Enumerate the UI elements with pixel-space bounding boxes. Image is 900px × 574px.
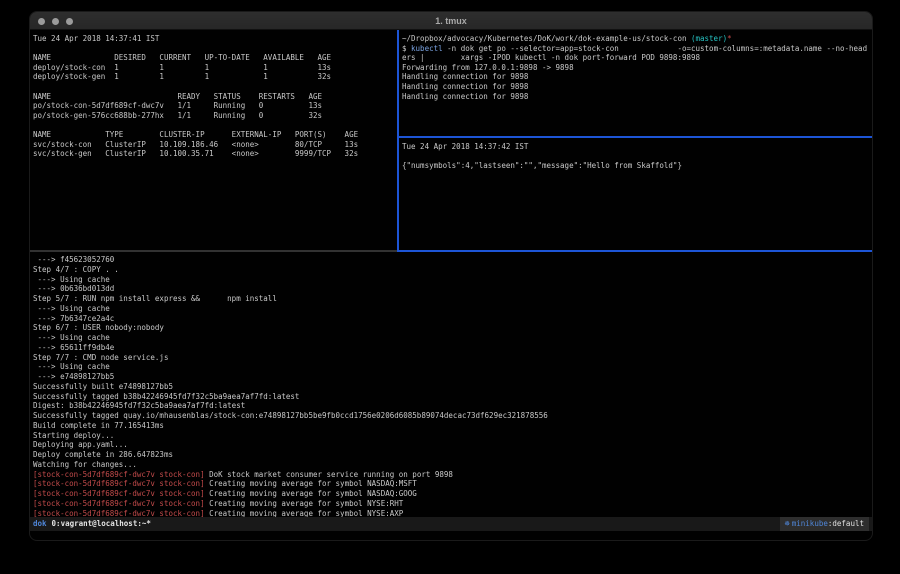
terminal-line: Step 4/7 : COPY . .: [33, 265, 871, 275]
terminal-line: [stock-con-5d7df689cf-dwc7v stock-con] D…: [33, 470, 871, 480]
terminal-line: Handling connection for 9898: [402, 82, 871, 92]
desktop-background: 1. tmux Tue 24 Apr 2018 14:37:41 IST NAM…: [0, 0, 900, 574]
terminal-line: Tue 24 Apr 2018 14:37:41 IST: [33, 34, 396, 44]
terminal-line: po/stock-gen-576cc688bb-277hx 1/1 Runnin…: [33, 111, 396, 121]
terminal-line: NAME READY STATUS RESTARTS AGE: [33, 92, 396, 102]
terminal-line: ---> e74898127bb5: [33, 372, 871, 382]
terminal-line: [402, 152, 871, 162]
terminal-line: Deploy complete in 286.647823ms: [33, 450, 871, 460]
pane-port-forward[interactable]: ~/Dropbox/advocacy/Kubernetes/DoK/work/d…: [400, 32, 871, 136]
terminal-line: deploy/stock-con 1 1 1 1 13s: [33, 63, 396, 73]
terminal-line: [33, 44, 396, 54]
tmux-session: Tue 24 Apr 2018 14:37:41 IST NAME DESIRE…: [30, 12, 872, 540]
terminal-line: NAME DESIRED CURRENT UP-TO-DATE AVAILABL…: [33, 53, 396, 63]
pane-divider-horizontal-left[interactable]: [30, 250, 397, 252]
terminal-line: Forwarding from 127.0.0.1:9898 -> 9898: [402, 63, 871, 73]
terminal-line: Tue 24 Apr 2018 14:37:42 IST: [402, 142, 871, 152]
terminal-line: Deploying app.yaml...: [33, 440, 871, 450]
terminal-line: Successfully tagged quay.io/mhausenblas/…: [33, 411, 871, 421]
terminal-line: ---> 7b6347ce2a4c: [33, 314, 871, 324]
terminal-line: ~/Dropbox/advocacy/Kubernetes/DoK/work/d…: [402, 34, 871, 44]
terminal-window: 1. tmux Tue 24 Apr 2018 14:37:41 IST NAM…: [30, 12, 872, 540]
tmux-status-right: ☸ minikube :default: [780, 517, 869, 531]
tmux-status-bar: dok 0:vagrant@localhost:~* ☸ minikube :d…: [30, 517, 872, 531]
terminal-line: Build complete in 77.165413ms: [33, 421, 871, 431]
kube-namespace-label: :default: [828, 517, 864, 531]
terminal-line: ---> Using cache: [33, 304, 871, 314]
terminal-line: Step 5/7 : RUN npm install express && np…: [33, 294, 871, 304]
pane-divider-vertical[interactable]: [397, 30, 399, 251]
terminal-line: svc/stock-gen ClusterIP 10.100.35.71 <no…: [33, 149, 396, 159]
terminal-line: Handling connection for 9898: [402, 92, 871, 102]
terminal-line: Starting deploy...: [33, 431, 871, 441]
terminal-line: ---> 65611ff9db4e: [33, 343, 871, 353]
terminal-line: svc/stock-con ClusterIP 10.109.186.46 <n…: [33, 140, 396, 150]
terminal-line: Step 7/7 : CMD node service.js: [33, 353, 871, 363]
terminal-line: [stock-con-5d7df689cf-dwc7v stock-con] C…: [33, 479, 871, 489]
kube-context-label: minikube: [792, 517, 828, 531]
terminal-line: ---> f45623052760: [33, 255, 871, 265]
terminal-line: Step 6/7 : USER nobody:nobody: [33, 323, 871, 333]
terminal-line: deploy/stock-gen 1 1 1 1 32s: [33, 72, 396, 82]
terminal-line: Successfully built e74898127bb5: [33, 382, 871, 392]
terminal-line: ---> Using cache: [33, 333, 871, 343]
terminal-line: [33, 120, 396, 130]
terminal-line: po/stock-con-5d7df689cf-dwc7v 1/1 Runnin…: [33, 101, 396, 111]
terminal-line: [stock-con-5d7df689cf-dwc7v stock-con] C…: [33, 489, 871, 499]
terminal-line: [stock-con-5d7df689cf-dwc7v stock-con] C…: [33, 509, 871, 518]
terminal-line: [33, 82, 396, 92]
tmux-window-item[interactable]: 0:vagrant@localhost:~*: [52, 517, 151, 531]
terminal-line: ers | xargs -IPOD kubectl -n dok port-fo…: [402, 53, 871, 63]
pane-kubectl-watch[interactable]: Tue 24 Apr 2018 14:37:41 IST NAME DESIRE…: [31, 32, 396, 250]
pane-skaffold-build-log[interactable]: ---> f45623052760Step 4/7 : COPY . . ---…: [31, 253, 871, 517]
terminal-line: ---> 0b636bd013dd: [33, 284, 871, 294]
terminal-line: NAME TYPE CLUSTER-IP EXTERNAL-IP PORT(S)…: [33, 130, 396, 140]
tmux-session-name[interactable]: dok: [33, 517, 47, 531]
terminal-line: ---> Using cache: [33, 275, 871, 285]
terminal-line: Successfully tagged b38b42246945fd7f32c5…: [33, 392, 871, 402]
pane-curl-output-active[interactable]: Tue 24 Apr 2018 14:37:42 IST {"numsymbol…: [400, 138, 871, 250]
terminal-line: $ kubectl -n dok get po --selector=app=s…: [402, 44, 871, 54]
terminal-line: Watching for changes...: [33, 460, 871, 470]
terminal-line: Digest: b38b42246945fd7f32c5ba9aea7af7fd…: [33, 401, 871, 411]
terminal-line: {"numsymbols":4,"lastseen":"","message":…: [402, 161, 871, 171]
terminal-line: ---> Using cache: [33, 362, 871, 372]
pane-divider-horizontal-right-top[interactable]: [397, 136, 872, 138]
terminal-line: Handling connection for 9898: [402, 72, 871, 82]
kubernetes-icon: ☸: [785, 517, 790, 531]
pane-divider-horizontal-right-bottom[interactable]: [397, 250, 872, 252]
terminal-line: [stock-con-5d7df689cf-dwc7v stock-con] C…: [33, 499, 871, 509]
